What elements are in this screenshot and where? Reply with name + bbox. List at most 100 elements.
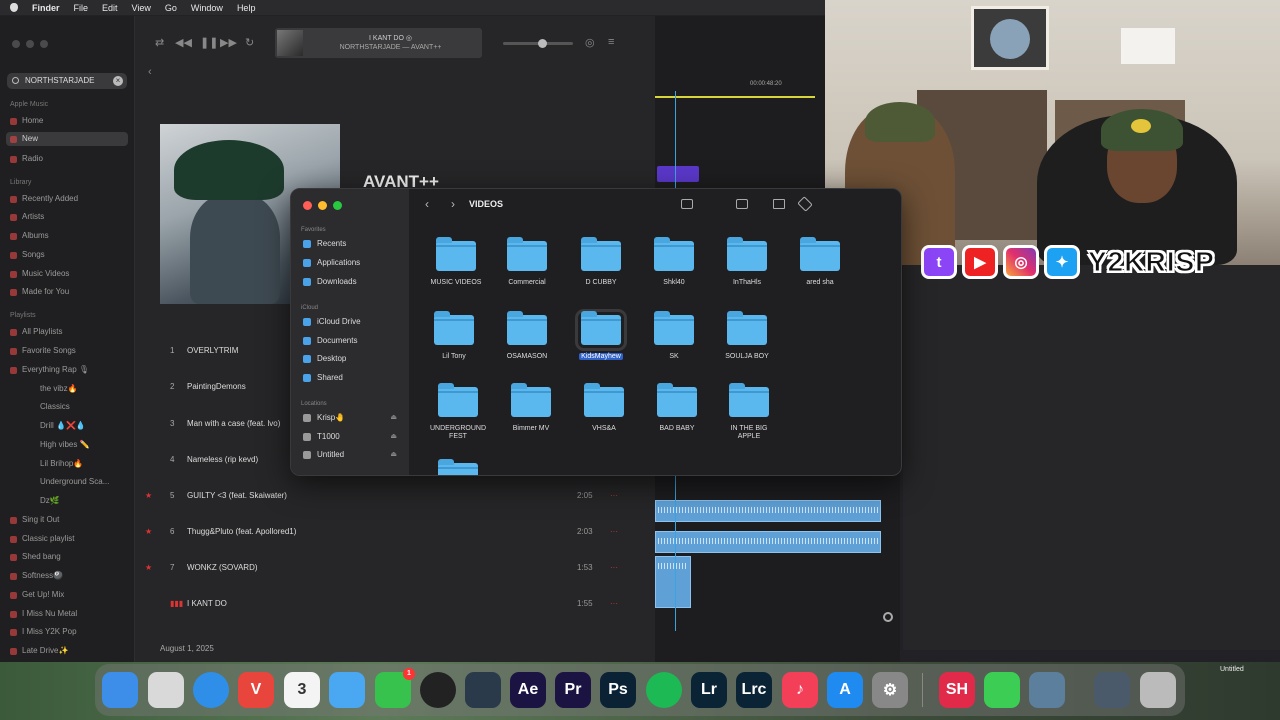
messages-icon[interactable] — [984, 672, 1020, 708]
sidebar-item-documents[interactable]: Documents — [303, 334, 403, 348]
volume-slider[interactable] — [503, 39, 573, 48]
sidebar-item-radio[interactable]: Radio — [10, 152, 43, 166]
sidebar-item-songs[interactable]: Songs — [10, 248, 45, 262]
sidebar-playlist[interactable]: Dz🌿 — [40, 494, 60, 508]
lightroom-icon[interactable]: Lr — [691, 672, 727, 708]
back-icon[interactable]: ‹ — [148, 66, 152, 78]
folder-item-selected[interactable]: KidsMayhew — [571, 309, 631, 361]
group-icon[interactable] — [681, 199, 693, 209]
now-playing-display[interactable]: I KANT DO ◎ NORTHSTARJADE — AVANT++ — [275, 28, 482, 58]
audio-clip[interactable] — [655, 500, 881, 522]
repeat-icon[interactable]: ↻ — [245, 36, 254, 49]
premiere-icon[interactable]: Pr — [555, 672, 591, 708]
sidebar-playlist[interactable]: Classic playlist — [10, 532, 74, 546]
downloads-stack-icon[interactable] — [1094, 672, 1130, 708]
menu-edit[interactable]: Edit — [102, 3, 118, 13]
folder-item[interactable]: OSAMASON — [497, 311, 557, 361]
timeline-scroll-handle[interactable] — [883, 612, 893, 622]
spotify-icon[interactable] — [646, 672, 682, 708]
folder-item[interactable] — [428, 459, 488, 475]
sidebar-playlist[interactable]: Sing it Out — [10, 513, 59, 527]
sidebar-playlist[interactable]: the vibz🔥 — [40, 382, 78, 396]
zoom-button[interactable] — [333, 201, 342, 210]
clear-search-icon[interactable]: × — [113, 76, 123, 86]
zoom-button[interactable] — [40, 40, 48, 48]
folder-item[interactable]: VHS&A — [574, 383, 634, 433]
view-options-icon[interactable] — [736, 199, 748, 209]
apple-menu-icon[interactable] — [10, 3, 18, 12]
track-row[interactable]: ★ 5 GUILTY <3 (feat. Skaiwater) 2:05 ··· — [140, 491, 630, 505]
folder-item[interactable]: BAD BABY — [647, 383, 707, 433]
sidebar-playlist[interactable]: Everything Rap 🎙 — [10, 363, 89, 377]
folder-item[interactable]: MUSIC VIDEOS — [426, 237, 486, 287]
folder-item[interactable]: Bimmer MV — [501, 383, 561, 433]
sidebar-playlist[interactable]: Late Drive✨ — [10, 644, 68, 658]
folder-item[interactable]: UNDERGROUND FEST — [428, 383, 488, 441]
sidebar-item-drive[interactable]: Krisp🤚 ⏏ — [303, 411, 403, 425]
back-icon[interactable]: ‹ — [425, 197, 429, 211]
lyrics-icon[interactable]: ◎ — [585, 36, 595, 49]
sidebar-playlist[interactable]: Underground Sca... — [40, 475, 109, 489]
davinci-icon[interactable] — [465, 672, 501, 708]
sidebar-playlist[interactable]: Softness🎱 — [10, 569, 63, 583]
lightroom-classic-icon[interactable]: Lrc — [736, 672, 772, 708]
finder-icon[interactable] — [102, 672, 138, 708]
sidebar-item-recently-added[interactable]: Recently Added — [10, 192, 78, 206]
sidebar-item-applications[interactable]: Applications — [303, 256, 403, 270]
menu-view[interactable]: View — [132, 3, 151, 13]
calendar-icon[interactable]: 3 — [284, 672, 320, 708]
sidebar-item-made-for-you[interactable]: Made for You — [10, 285, 69, 299]
folder-item[interactable]: InThaHls — [717, 237, 777, 287]
folder-item[interactable]: Lil Tony — [424, 311, 484, 361]
next-icon[interactable]: ▶▶ — [220, 36, 237, 49]
pause-icon[interactable]: ❚❚ — [200, 36, 218, 49]
close-button[interactable] — [303, 201, 312, 210]
minimize-button[interactable] — [318, 201, 327, 210]
sidebar-playlist[interactable]: Favorite Songs — [10, 344, 76, 358]
sidebar-item-icloud-drive[interactable]: iCloud Drive — [303, 315, 403, 329]
after-effects-icon[interactable]: Ae — [510, 672, 546, 708]
obs-icon[interactable] — [420, 672, 456, 708]
search-input[interactable]: NORTHSTARJADE × — [7, 73, 127, 89]
folder-item[interactable]: SOULJA BOY — [717, 311, 777, 361]
folder-item[interactable]: D CUBBY — [571, 237, 631, 287]
mail-icon[interactable] — [329, 672, 365, 708]
audio-clip[interactable] — [655, 556, 691, 608]
share-icon[interactable] — [773, 199, 785, 209]
sidebar-playlist[interactable]: Shed bang — [10, 550, 61, 564]
sidebar-item-drive[interactable]: T1000 ⏏ — [303, 430, 403, 444]
system-settings-icon[interactable]: ⚙ — [872, 672, 908, 708]
vivaldi-icon[interactable]: V — [238, 672, 274, 708]
menu-window[interactable]: Window — [191, 3, 223, 13]
sidebar-playlist[interactable]: High vibes ✏️ — [40, 438, 90, 452]
sidebar-playlist[interactable]: Lil Brihop🔥 — [40, 457, 83, 471]
forward-icon[interactable]: › — [451, 197, 455, 211]
track-row[interactable]: ★ 6 Thugg&Pluto (feat. Apollored1) 2:03 ··· — [140, 527, 630, 541]
menu-file[interactable]: File — [74, 3, 89, 13]
volume-knob[interactable] — [538, 39, 547, 48]
folder-item[interactable]: Commercial — [497, 237, 557, 287]
adjustment-clip[interactable] — [657, 166, 699, 182]
streamlabs-icon[interactable]: SH — [939, 672, 975, 708]
folder-item[interactable]: SK — [644, 311, 704, 361]
sidebar-item-new[interactable]: New — [6, 132, 128, 146]
folder-item[interactable]: IN THE BIG APPLE — [719, 383, 779, 441]
sidebar-item-downloads[interactable]: Downloads — [303, 275, 403, 289]
previous-icon[interactable]: ◀◀ — [175, 36, 192, 49]
sidebar-playlist[interactable]: I Miss Nu Metal — [10, 607, 77, 621]
timeline-ruler[interactable]: 00:00:48:20 — [655, 81, 815, 91]
music-icon[interactable]: ♪ — [782, 672, 818, 708]
sidebar-item-desktop[interactable]: Desktop — [303, 352, 403, 366]
shuffle-icon[interactable]: ⇄ — [155, 36, 164, 49]
sidebar-item-home[interactable]: Home — [10, 114, 43, 128]
sidebar-item-music-videos[interactable]: Music Videos — [10, 267, 69, 281]
sidebar-playlist[interactable]: Drill 💧❌💧 — [40, 419, 86, 433]
sidebar-playlist[interactable]: Classics — [40, 400, 70, 414]
facetime-icon[interactable]: 1 — [375, 668, 415, 708]
folder-item[interactable]: ared sha — [790, 237, 850, 287]
sidebar-item-drive[interactable]: Untitled ⏏ — [303, 448, 403, 462]
minimize-button[interactable] — [26, 40, 34, 48]
sidebar-playlist[interactable]: I Miss Y2K Pop — [10, 625, 77, 639]
sidebar-item-recents[interactable]: Recents — [303, 237, 403, 251]
track-row-playing[interactable]: ▮▮▮ I KANT DO 1:55 ··· — [140, 599, 630, 613]
